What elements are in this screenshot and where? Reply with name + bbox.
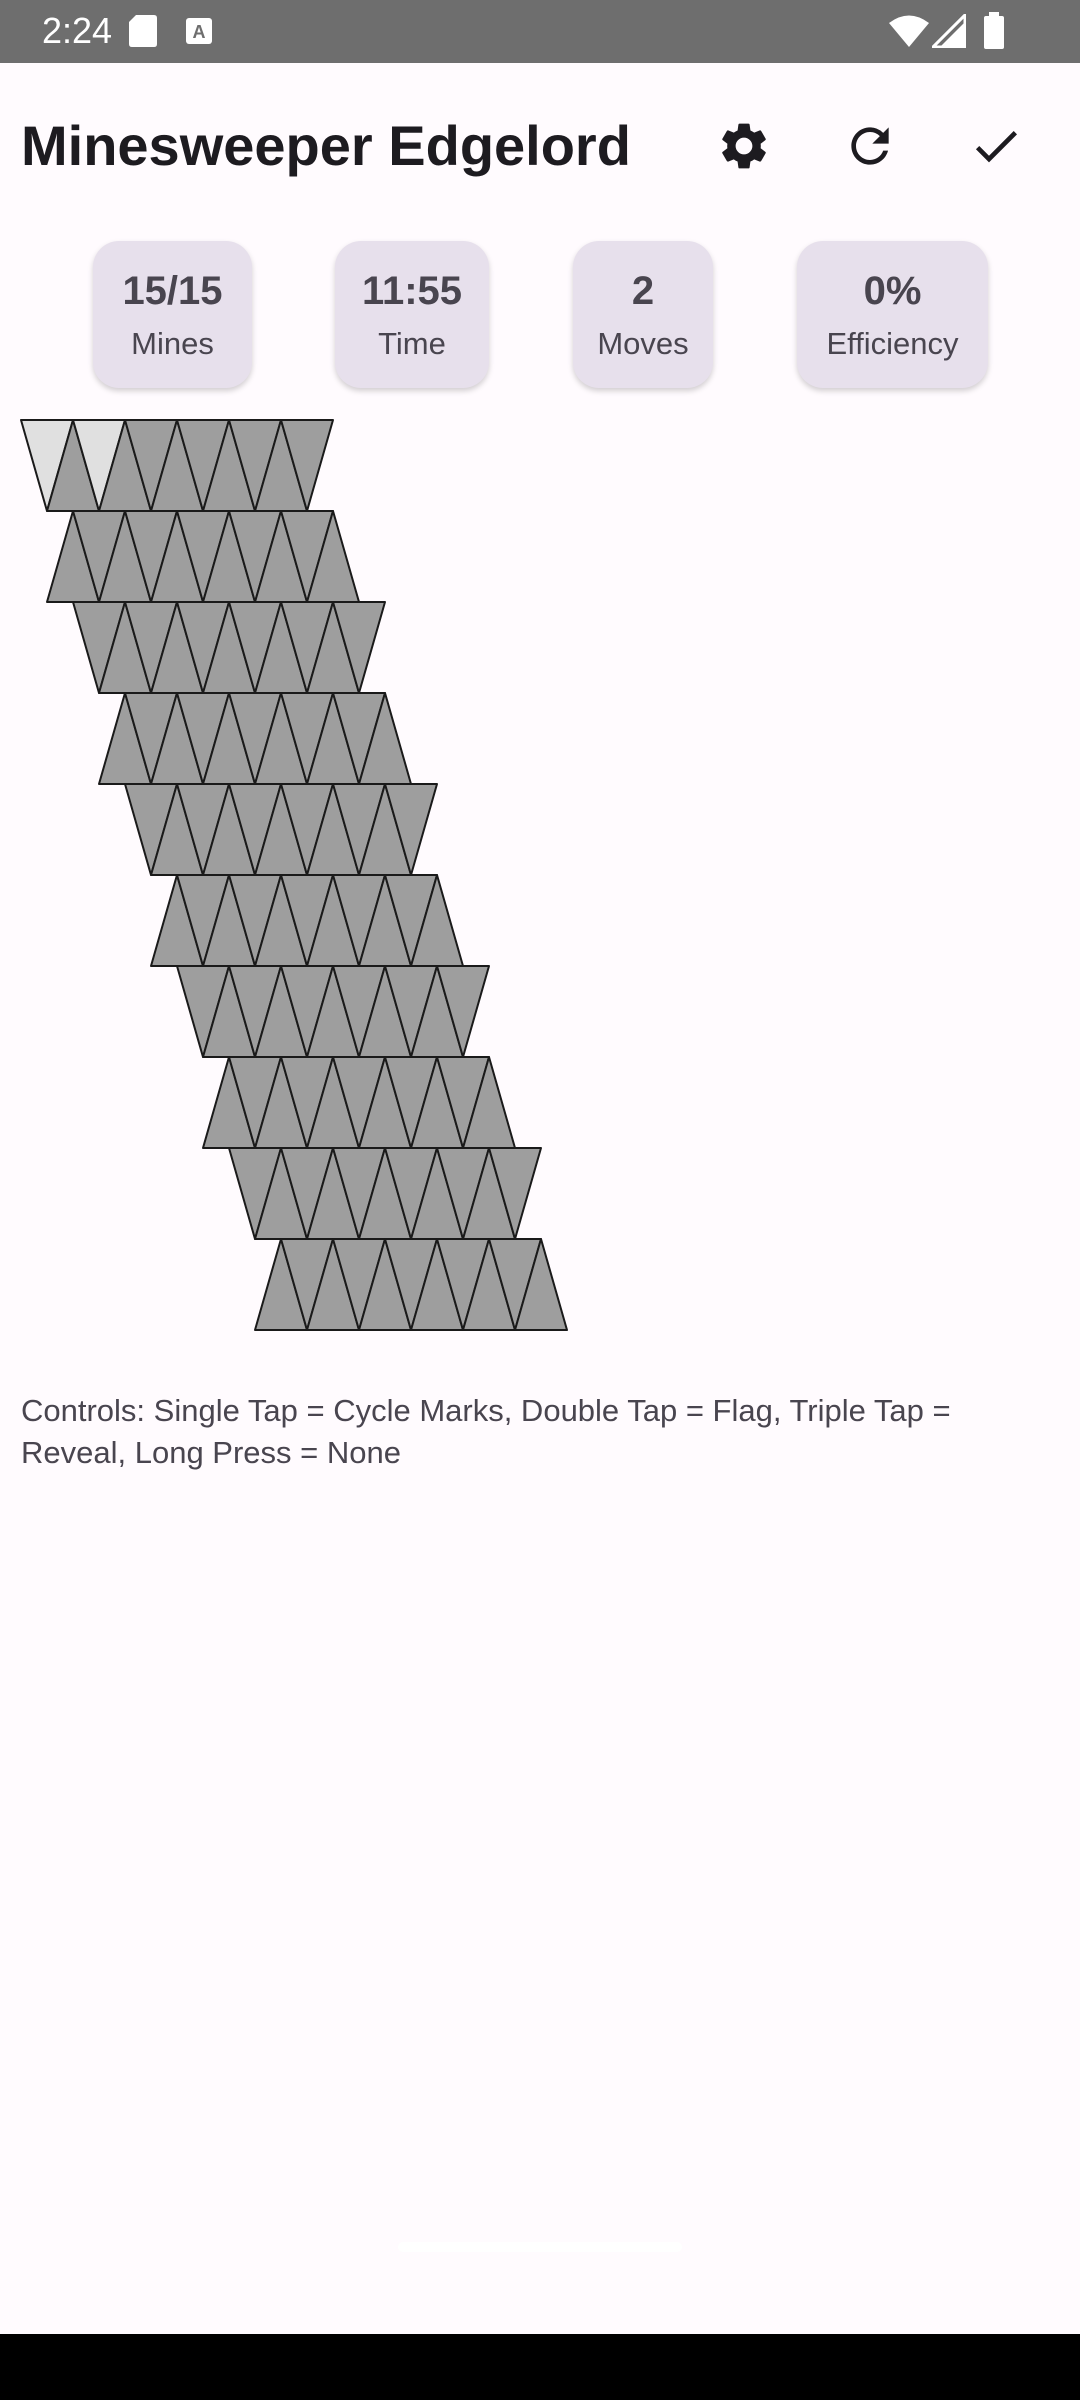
navigation-bar [0,2334,1080,2400]
refresh-button[interactable] [830,108,910,188]
stat-card-efficiency: 0% Efficiency [797,241,988,388]
home-gesture-handle[interactable] [398,2242,682,2252]
app-title: Minesweeper Edgelord [21,114,631,177]
settings-icon [716,118,772,179]
wifi-icon [888,14,930,53]
settings-button[interactable] [704,108,784,188]
stat-value: 0% [863,269,922,313]
stat-value: 2 [631,269,655,313]
refresh-icon [842,118,898,179]
controls-hint: Controls: Single Tap = Cycle Marks, Doub… [21,1393,951,1470]
check-button[interactable] [956,108,1036,188]
stat-card-moves: 2 Moves [573,241,713,388]
status-bar: 2:24 A [0,0,1080,63]
battery-icon [983,12,1005,55]
status-time: 2:24 [42,10,113,51]
stat-label: Time [378,326,446,361]
stat-label: Efficiency [826,326,959,361]
svg-text:A: A [193,22,206,42]
check-icon [968,118,1024,179]
sd-card-icon [128,14,158,53]
stat-label: Mines [131,326,214,361]
stat-card-time: 11:55 Time [335,241,489,388]
signal-icon [929,11,967,53]
keyboard-a-icon: A [185,17,213,50]
stat-label: Moves [597,326,689,361]
stat-value: 11:55 [361,269,463,313]
game-board [20,419,568,1331]
stat-card-mines: 15/15 Mines [93,241,252,388]
stat-value: 15/15 [122,269,223,313]
